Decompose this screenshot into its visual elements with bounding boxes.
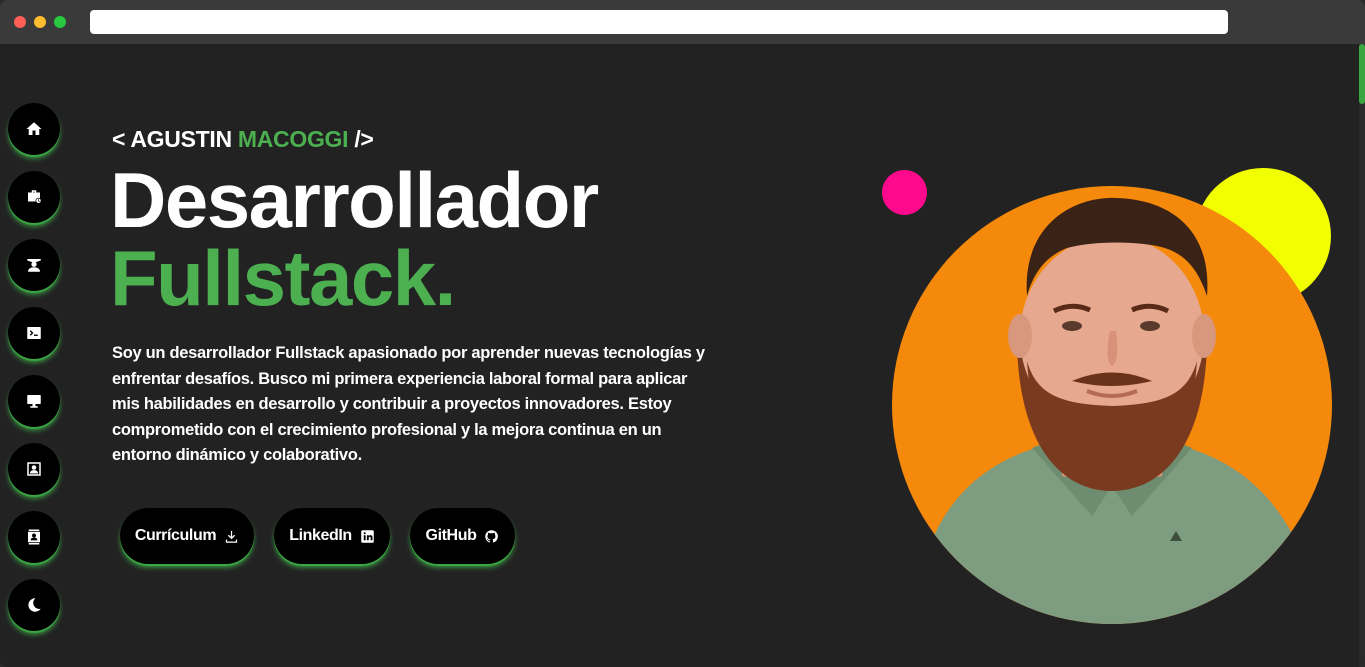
name-tag: < AGUSTIN MACOGGI />: [112, 126, 374, 153]
close-window-button[interactable]: [14, 16, 26, 28]
browser-window: < AGUSTIN MACOGGI /> Desarrollador Fulls…: [0, 0, 1365, 667]
maximize-window-button[interactable]: [54, 16, 66, 28]
graduate-icon: [27, 259, 41, 272]
terminal-icon: [27, 327, 41, 339]
home-icon: [26, 122, 42, 135]
minimize-window-button[interactable]: [34, 16, 46, 28]
monitor-icon: [27, 395, 41, 408]
linkedin-button[interactable]: LinkedIn: [274, 508, 390, 564]
download-icon: [226, 530, 238, 543]
contact-card-icon: [28, 529, 40, 545]
nav-contact-button[interactable]: [8, 511, 60, 563]
title-bar: [0, 0, 1365, 44]
curriculum-label: Currículum: [134, 527, 217, 544]
nav-home-button[interactable]: [8, 103, 60, 155]
nav-experience-button[interactable]: [8, 171, 60, 223]
hero-description: Soy un desarrollador Fullstack apasionad…: [112, 344, 705, 464]
github-label: GitHub: [425, 527, 477, 544]
profile-portrait-illustration: [912, 197, 1322, 624]
briefcase-icon: [28, 190, 42, 204]
address-bar[interactable]: [90, 10, 1228, 34]
profile-icon: [27, 462, 41, 476]
curriculum-button[interactable]: Currículum: [120, 508, 254, 564]
scrollbar-track[interactable]: [1359, 44, 1365, 667]
nav-about-button[interactable]: [8, 443, 60, 495]
profile-photo: [892, 186, 1332, 624]
nav-education-button[interactable]: [8, 239, 60, 291]
name-tag-suffix: />: [354, 126, 374, 152]
theme-toggle-button[interactable]: [8, 579, 60, 631]
nav-skills-button[interactable]: [8, 375, 60, 427]
hero-title-line1: Desarrollador: [110, 156, 599, 244]
linkedin-icon: [361, 529, 374, 543]
github-button[interactable]: GitHub: [410, 508, 515, 564]
name-tag-highlight: MACOGGI: [237, 126, 349, 152]
scrollbar-thumb[interactable]: [1359, 44, 1365, 104]
name-tag-prefix: < AGUSTIN: [112, 126, 232, 152]
linkedin-label: LinkedIn: [289, 527, 352, 544]
nav-projects-button[interactable]: [8, 307, 60, 359]
hero-title-line2: Fullstack.: [110, 234, 456, 322]
github-icon: [485, 529, 499, 543]
decorative-pink-circle: [882, 170, 927, 215]
moon-icon: [28, 598, 41, 612]
